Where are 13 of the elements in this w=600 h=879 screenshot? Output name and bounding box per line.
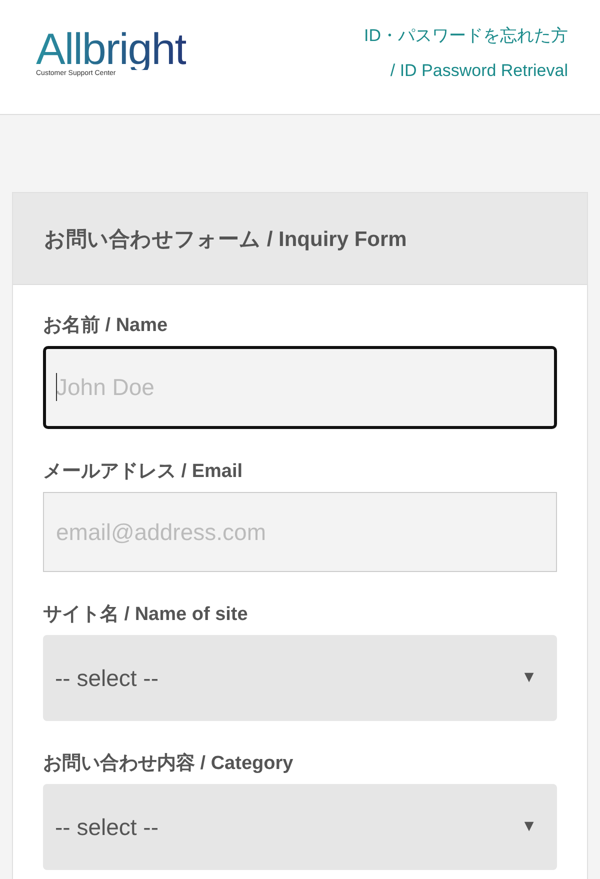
select-dropdown[interactable]: -- select -- ▼ xyxy=(43,635,557,721)
form-title: お問い合わせフォーム / Inquiry Form xyxy=(44,226,407,252)
text-cursor xyxy=(56,373,57,401)
select-dropdown[interactable]: -- select -- ▼ xyxy=(43,784,557,870)
field-label: お名前 / Name xyxy=(43,315,169,337)
field-label: メールアドレス / Email xyxy=(43,461,244,483)
password-retrieval-link[interactable]: ID・パスワードを忘れた方 xyxy=(364,24,568,47)
field-label: お問い合わせ内容 / Category xyxy=(43,753,294,775)
name-field[interactable]: John Doe xyxy=(43,346,557,429)
password-retrieval-link[interactable]: / ID Password Retrieval xyxy=(390,61,568,81)
email-field[interactable]: email@address.com xyxy=(43,492,557,572)
field-label: サイト名 / Name of site xyxy=(43,604,249,626)
logo-text: Allbright xyxy=(36,30,186,70)
